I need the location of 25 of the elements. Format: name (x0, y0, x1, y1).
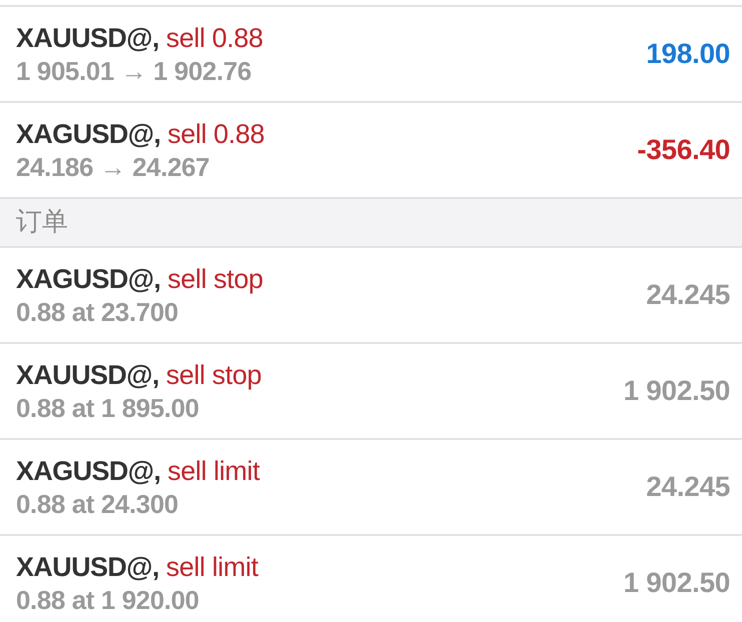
order-type-text: sell 0.88 (168, 118, 265, 151)
profit-value: 198.00 (646, 38, 730, 70)
profit-value: -356.40 (637, 134, 730, 166)
symbol-text: XAUUSD@, (16, 359, 160, 392)
current-price-value: 1 902.50 (623, 375, 730, 407)
price-change-text: 24.186 → 24.267 (16, 151, 210, 183)
price-change-text: 1 905.01 → 1 902.76 (16, 55, 252, 87)
symbol-text: XAGUSD@, (16, 455, 161, 488)
symbol-text: XAUUSD@, (16, 22, 160, 55)
order-details-text: 0.88 at 1 895.00 (16, 392, 199, 424)
order-type-text: sell 0.88 (166, 22, 264, 55)
order-type-text: sell stop (166, 359, 262, 392)
order-details-text: 0.88 at 1 920.00 (16, 584, 199, 616)
order-type-text: sell limit (168, 455, 260, 488)
current-price-value: 24.245 (646, 279, 730, 311)
current-price-value: 24.245 (646, 471, 730, 503)
current-price-value: 1 902.50 (623, 567, 730, 599)
order-details-text: 0.88 at 23.700 (16, 296, 178, 328)
order-details-text: 0.88 at 24.300 (16, 488, 178, 520)
section-header: 订单 (0, 197, 742, 246)
symbol-text: XAGUSD@, (16, 118, 161, 151)
order-type-text: sell limit (166, 551, 258, 584)
symbol-text: XAGUSD@, (16, 263, 161, 296)
order-type-text: sell stop (168, 263, 263, 296)
symbol-text: XAUUSD@, (16, 551, 160, 584)
